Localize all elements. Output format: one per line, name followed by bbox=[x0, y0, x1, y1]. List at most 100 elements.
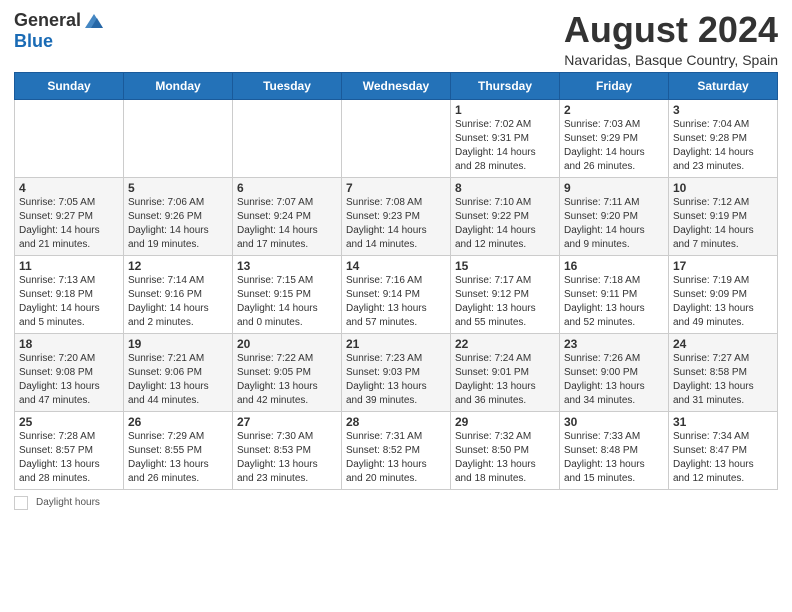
day-cell: 6Sunrise: 7:07 AM Sunset: 9:24 PM Daylig… bbox=[233, 177, 342, 255]
day-cell: 29Sunrise: 7:32 AM Sunset: 8:50 PM Dayli… bbox=[451, 411, 560, 489]
day-number: 28 bbox=[346, 415, 446, 429]
day-cell: 11Sunrise: 7:13 AM Sunset: 9:18 PM Dayli… bbox=[15, 255, 124, 333]
day-info: Sunrise: 7:27 AM Sunset: 8:58 PM Dayligh… bbox=[673, 352, 773, 408]
calendar-table: SundayMondayTuesdayWednesdayThursdayFrid… bbox=[14, 72, 778, 490]
day-info: Sunrise: 7:07 AM Sunset: 9:24 PM Dayligh… bbox=[237, 196, 337, 252]
day-cell: 1Sunrise: 7:02 AM Sunset: 9:31 PM Daylig… bbox=[451, 99, 560, 177]
page: General Blue August 2024 Navaridas, Basq… bbox=[0, 0, 792, 612]
day-number: 4 bbox=[19, 181, 119, 195]
day-cell: 25Sunrise: 7:28 AM Sunset: 8:57 PM Dayli… bbox=[15, 411, 124, 489]
day-header-friday: Friday bbox=[560, 72, 669, 99]
day-cell: 21Sunrise: 7:23 AM Sunset: 9:03 PM Dayli… bbox=[342, 333, 451, 411]
day-cell: 10Sunrise: 7:12 AM Sunset: 9:19 PM Dayli… bbox=[669, 177, 778, 255]
week-row-1: 4Sunrise: 7:05 AM Sunset: 9:27 PM Daylig… bbox=[15, 177, 778, 255]
day-number: 11 bbox=[19, 259, 119, 273]
day-number: 2 bbox=[564, 103, 664, 117]
day-number: 3 bbox=[673, 103, 773, 117]
day-header-tuesday: Tuesday bbox=[233, 72, 342, 99]
day-info: Sunrise: 7:02 AM Sunset: 9:31 PM Dayligh… bbox=[455, 118, 555, 174]
day-number: 19 bbox=[128, 337, 228, 351]
day-cell: 26Sunrise: 7:29 AM Sunset: 8:55 PM Dayli… bbox=[124, 411, 233, 489]
week-row-3: 18Sunrise: 7:20 AM Sunset: 9:08 PM Dayli… bbox=[15, 333, 778, 411]
day-cell: 14Sunrise: 7:16 AM Sunset: 9:14 PM Dayli… bbox=[342, 255, 451, 333]
day-cell: 7Sunrise: 7:08 AM Sunset: 9:23 PM Daylig… bbox=[342, 177, 451, 255]
day-number: 22 bbox=[455, 337, 555, 351]
day-cell bbox=[15, 99, 124, 177]
day-header-saturday: Saturday bbox=[669, 72, 778, 99]
day-cell: 3Sunrise: 7:04 AM Sunset: 9:28 PM Daylig… bbox=[669, 99, 778, 177]
week-row-4: 25Sunrise: 7:28 AM Sunset: 8:57 PM Dayli… bbox=[15, 411, 778, 489]
day-cell: 22Sunrise: 7:24 AM Sunset: 9:01 PM Dayli… bbox=[451, 333, 560, 411]
main-title: August 2024 bbox=[564, 10, 778, 50]
day-info: Sunrise: 7:12 AM Sunset: 9:19 PM Dayligh… bbox=[673, 196, 773, 252]
day-info: Sunrise: 7:08 AM Sunset: 9:23 PM Dayligh… bbox=[346, 196, 446, 252]
day-info: Sunrise: 7:19 AM Sunset: 9:09 PM Dayligh… bbox=[673, 274, 773, 330]
day-info: Sunrise: 7:16 AM Sunset: 9:14 PM Dayligh… bbox=[346, 274, 446, 330]
day-number: 26 bbox=[128, 415, 228, 429]
day-number: 29 bbox=[455, 415, 555, 429]
daylight-box bbox=[14, 496, 28, 510]
day-info: Sunrise: 7:11 AM Sunset: 9:20 PM Dayligh… bbox=[564, 196, 664, 252]
day-number: 24 bbox=[673, 337, 773, 351]
day-number: 14 bbox=[346, 259, 446, 273]
day-number: 8 bbox=[455, 181, 555, 195]
day-number: 5 bbox=[128, 181, 228, 195]
daylight-label: Daylight hours bbox=[36, 497, 100, 508]
day-info: Sunrise: 7:29 AM Sunset: 8:55 PM Dayligh… bbox=[128, 430, 228, 486]
day-cell: 16Sunrise: 7:18 AM Sunset: 9:11 PM Dayli… bbox=[560, 255, 669, 333]
day-number: 20 bbox=[237, 337, 337, 351]
day-cell: 27Sunrise: 7:30 AM Sunset: 8:53 PM Dayli… bbox=[233, 411, 342, 489]
day-cell: 24Sunrise: 7:27 AM Sunset: 8:58 PM Dayli… bbox=[669, 333, 778, 411]
day-cell: 18Sunrise: 7:20 AM Sunset: 9:08 PM Dayli… bbox=[15, 333, 124, 411]
day-number: 27 bbox=[237, 415, 337, 429]
day-cell: 30Sunrise: 7:33 AM Sunset: 8:48 PM Dayli… bbox=[560, 411, 669, 489]
day-info: Sunrise: 7:23 AM Sunset: 9:03 PM Dayligh… bbox=[346, 352, 446, 408]
day-header-sunday: Sunday bbox=[15, 72, 124, 99]
logo-blue-text: Blue bbox=[14, 31, 53, 51]
day-number: 31 bbox=[673, 415, 773, 429]
day-number: 17 bbox=[673, 259, 773, 273]
day-info: Sunrise: 7:10 AM Sunset: 9:22 PM Dayligh… bbox=[455, 196, 555, 252]
day-number: 13 bbox=[237, 259, 337, 273]
day-number: 16 bbox=[564, 259, 664, 273]
day-info: Sunrise: 7:17 AM Sunset: 9:12 PM Dayligh… bbox=[455, 274, 555, 330]
day-info: Sunrise: 7:04 AM Sunset: 9:28 PM Dayligh… bbox=[673, 118, 773, 174]
day-info: Sunrise: 7:05 AM Sunset: 9:27 PM Dayligh… bbox=[19, 196, 119, 252]
day-number: 25 bbox=[19, 415, 119, 429]
day-info: Sunrise: 7:24 AM Sunset: 9:01 PM Dayligh… bbox=[455, 352, 555, 408]
week-row-0: 1Sunrise: 7:02 AM Sunset: 9:31 PM Daylig… bbox=[15, 99, 778, 177]
day-number: 7 bbox=[346, 181, 446, 195]
day-info: Sunrise: 7:20 AM Sunset: 9:08 PM Dayligh… bbox=[19, 352, 119, 408]
day-cell: 31Sunrise: 7:34 AM Sunset: 8:47 PM Dayli… bbox=[669, 411, 778, 489]
header: General Blue August 2024 Navaridas, Basq… bbox=[14, 10, 778, 68]
calendar-header-row: SundayMondayTuesdayWednesdayThursdayFrid… bbox=[15, 72, 778, 99]
day-info: Sunrise: 7:22 AM Sunset: 9:05 PM Dayligh… bbox=[237, 352, 337, 408]
day-header-wednesday: Wednesday bbox=[342, 72, 451, 99]
day-header-monday: Monday bbox=[124, 72, 233, 99]
day-cell: 13Sunrise: 7:15 AM Sunset: 9:15 PM Dayli… bbox=[233, 255, 342, 333]
day-info: Sunrise: 7:13 AM Sunset: 9:18 PM Dayligh… bbox=[19, 274, 119, 330]
day-info: Sunrise: 7:30 AM Sunset: 8:53 PM Dayligh… bbox=[237, 430, 337, 486]
day-cell: 15Sunrise: 7:17 AM Sunset: 9:12 PM Dayli… bbox=[451, 255, 560, 333]
day-number: 30 bbox=[564, 415, 664, 429]
day-cell: 8Sunrise: 7:10 AM Sunset: 9:22 PM Daylig… bbox=[451, 177, 560, 255]
day-number: 23 bbox=[564, 337, 664, 351]
day-info: Sunrise: 7:15 AM Sunset: 9:15 PM Dayligh… bbox=[237, 274, 337, 330]
day-number: 6 bbox=[237, 181, 337, 195]
day-info: Sunrise: 7:14 AM Sunset: 9:16 PM Dayligh… bbox=[128, 274, 228, 330]
day-cell: 28Sunrise: 7:31 AM Sunset: 8:52 PM Dayli… bbox=[342, 411, 451, 489]
day-info: Sunrise: 7:26 AM Sunset: 9:00 PM Dayligh… bbox=[564, 352, 664, 408]
title-block: August 2024 Navaridas, Basque Country, S… bbox=[564, 10, 778, 68]
footer: Daylight hours bbox=[14, 496, 778, 510]
day-number: 15 bbox=[455, 259, 555, 273]
day-cell: 19Sunrise: 7:21 AM Sunset: 9:06 PM Dayli… bbox=[124, 333, 233, 411]
week-row-2: 11Sunrise: 7:13 AM Sunset: 9:18 PM Dayli… bbox=[15, 255, 778, 333]
day-info: Sunrise: 7:32 AM Sunset: 8:50 PM Dayligh… bbox=[455, 430, 555, 486]
day-info: Sunrise: 7:31 AM Sunset: 8:52 PM Dayligh… bbox=[346, 430, 446, 486]
day-info: Sunrise: 7:18 AM Sunset: 9:11 PM Dayligh… bbox=[564, 274, 664, 330]
day-cell: 5Sunrise: 7:06 AM Sunset: 9:26 PM Daylig… bbox=[124, 177, 233, 255]
day-info: Sunrise: 7:33 AM Sunset: 8:48 PM Dayligh… bbox=[564, 430, 664, 486]
day-cell: 17Sunrise: 7:19 AM Sunset: 9:09 PM Dayli… bbox=[669, 255, 778, 333]
day-cell bbox=[342, 99, 451, 177]
day-number: 10 bbox=[673, 181, 773, 195]
